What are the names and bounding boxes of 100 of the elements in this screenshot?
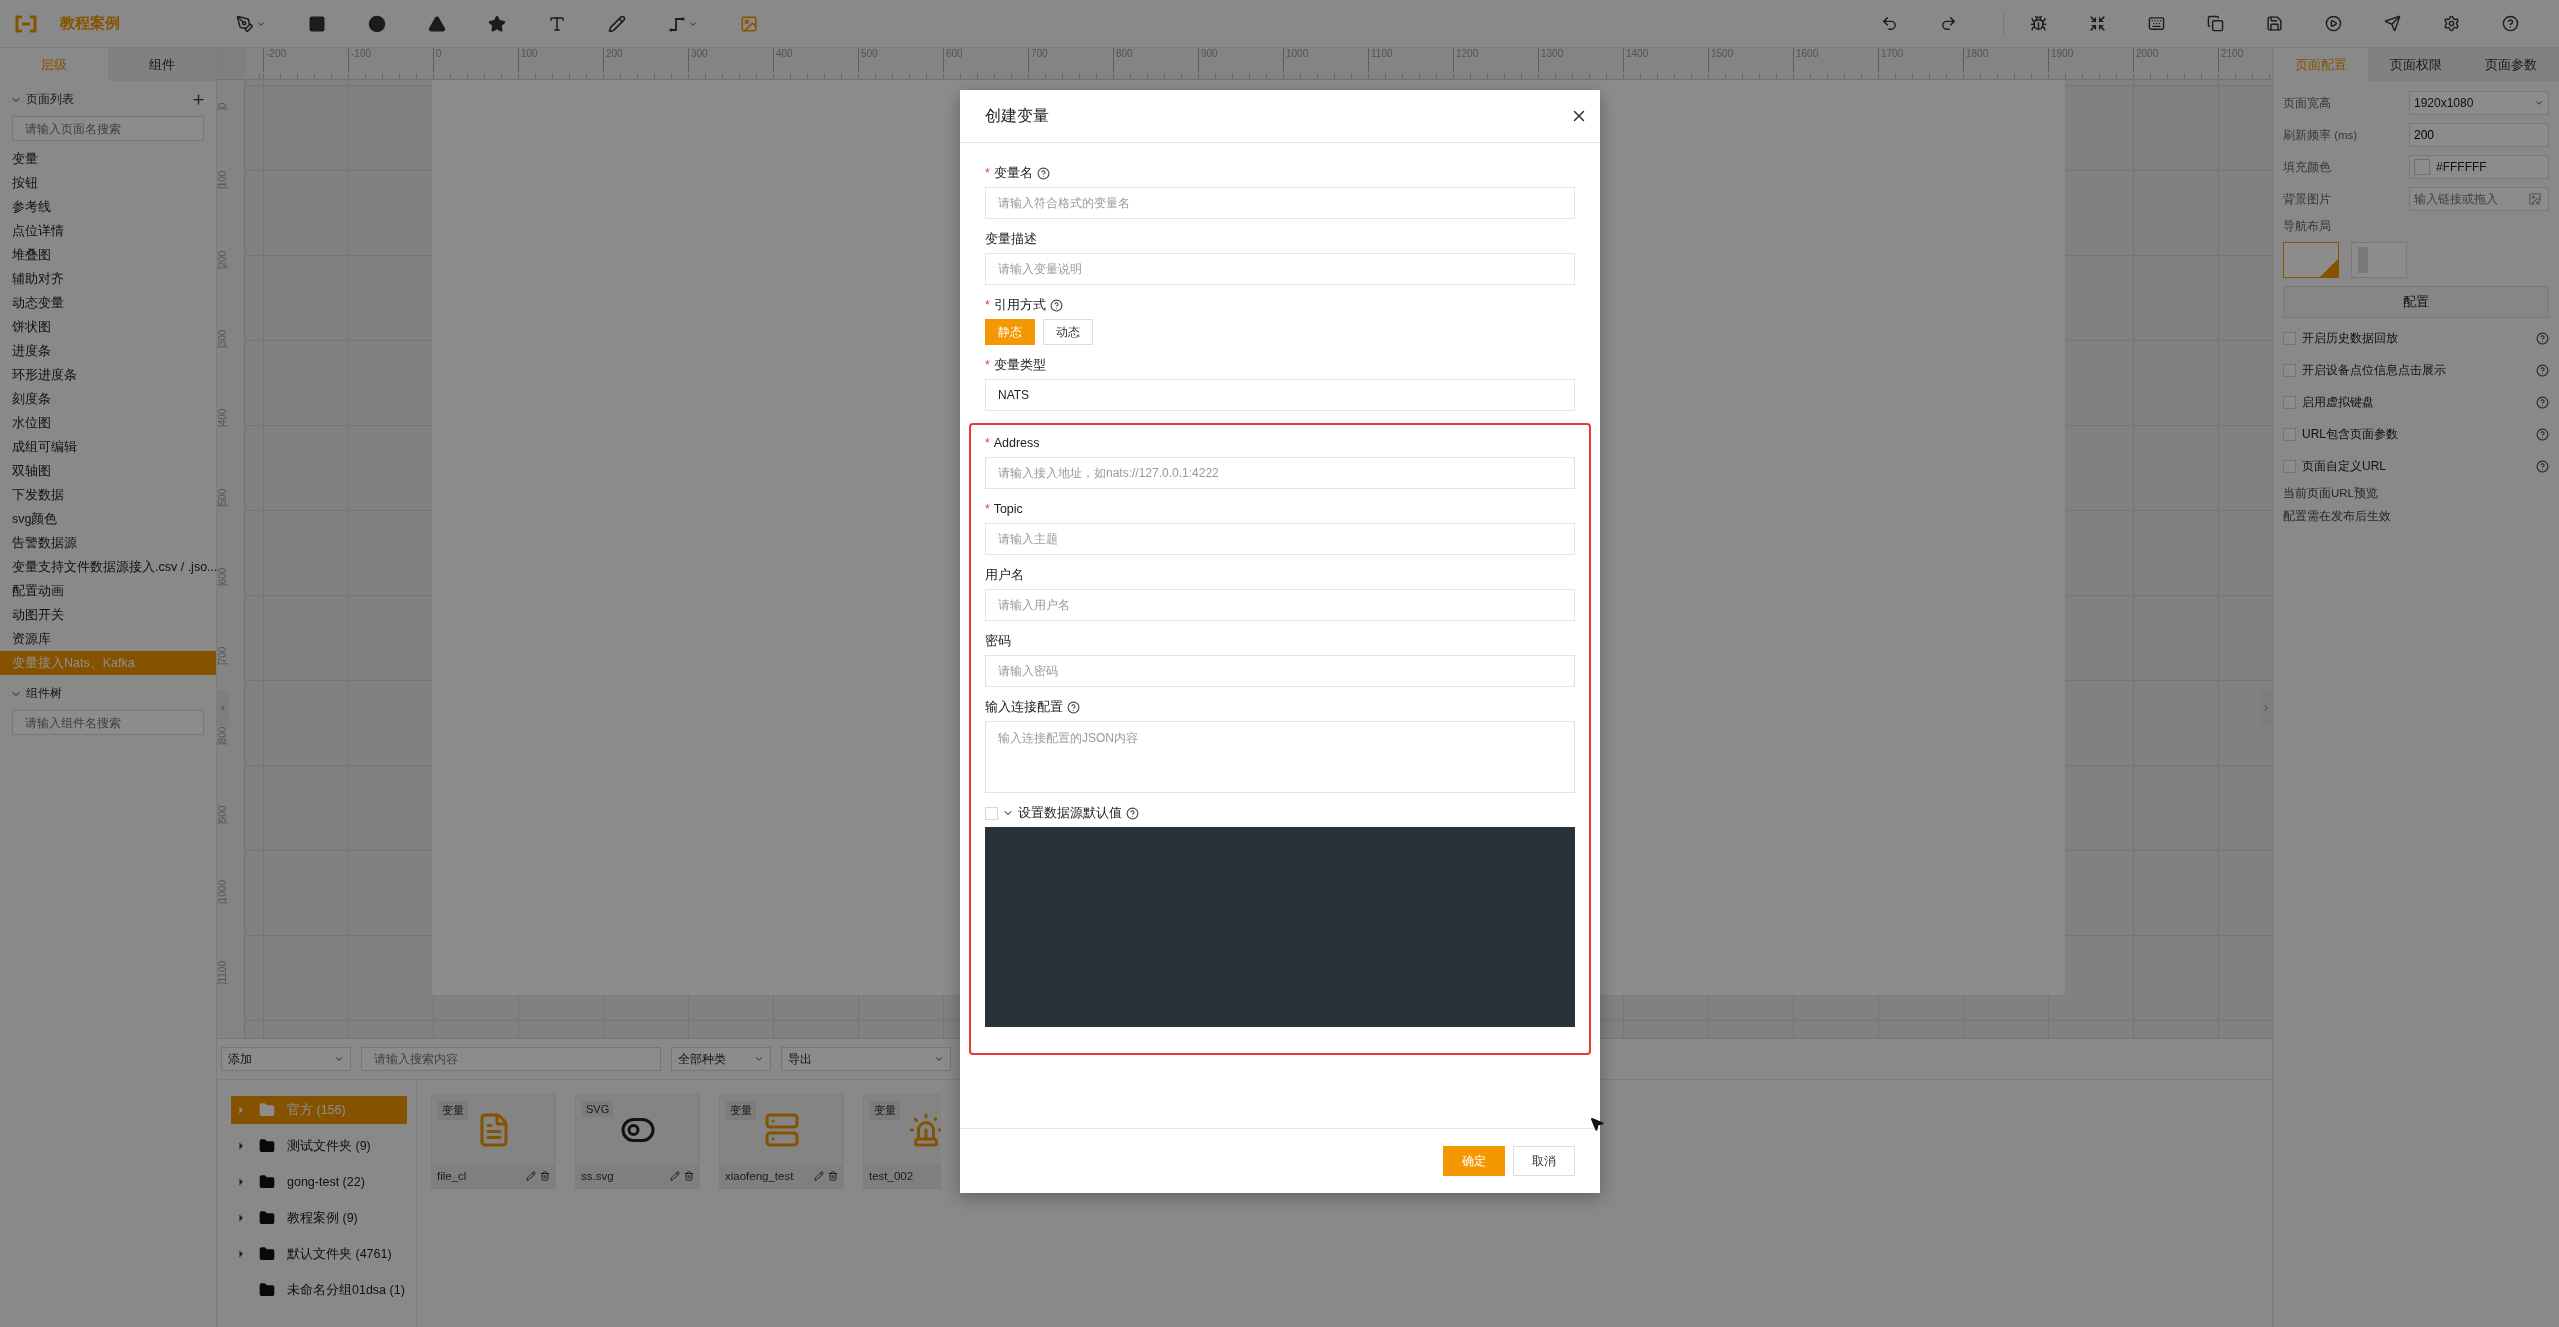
search-field[interactable]: 请输入搜索内容 [361, 1047, 661, 1071]
folder-item[interactable]: 默认文件夹 (4761) [231, 1240, 407, 1268]
dialog-title: 创建变量 [985, 105, 1049, 126]
size-select[interactable]: 1920x1080 [2409, 91, 2549, 115]
keyboard-icon [2148, 15, 2165, 32]
delete-icon[interactable] [828, 1171, 838, 1181]
page-item[interactable]: 下发数据 [0, 483, 216, 507]
text-area[interactable]: 输入连接配置的JSON内容 [985, 721, 1575, 793]
page-item[interactable]: 配置动画 [0, 579, 216, 603]
page-item[interactable]: 告警数据源 [0, 531, 216, 555]
add-icon[interactable] [191, 92, 206, 107]
page-item[interactable]: 环形进度条 [0, 363, 216, 387]
page-item[interactable]: 动图开关 [0, 603, 216, 627]
save-icon [2266, 15, 2283, 32]
required-mark: * [985, 166, 990, 180]
required-mark: * [985, 358, 990, 372]
page-item[interactable]: 按钮 [0, 171, 216, 195]
text-field[interactable]: 请输入主题 [985, 523, 1575, 555]
folder-item[interactable]: 未命名分组01dsa (1) [231, 1276, 407, 1304]
type-select[interactable]: 全部种类 [671, 1047, 771, 1071]
help-icon[interactable] [1036, 166, 1050, 180]
page-item[interactable]: 水位图 [0, 411, 216, 435]
page-item[interactable]: 双轴图 [0, 459, 216, 483]
page-item[interactable]: 资源库 [0, 627, 216, 651]
checkbox[interactable] [985, 806, 998, 820]
help-icon[interactable] [1049, 298, 1063, 312]
asset-card[interactable]: 变量 file_cl [431, 1094, 556, 1189]
help-icon[interactable] [1067, 700, 1080, 714]
sidebar-tab[interactable]: 组件 [108, 48, 216, 81]
caret-icon [2261, 703, 2271, 713]
note-text: 当前页面URL预览 [2283, 486, 2379, 501]
page-item[interactable]: 动态变量 [0, 291, 216, 315]
asset-name: xiaofeng_test [725, 1170, 795, 1182]
asset-card[interactable]: 变量 xiaofeng_test [719, 1094, 844, 1189]
caret-icon [334, 1054, 344, 1064]
delete-icon[interactable] [684, 1171, 694, 1181]
page-item[interactable]: 参考线 [0, 195, 216, 219]
text-field[interactable]: 请输入用户名 [985, 589, 1575, 621]
radio-button[interactable]: 动态 [1043, 319, 1093, 345]
option-label: 启用虚拟键盘 [2302, 393, 2375, 411]
field-label: 用户名 [985, 566, 1024, 584]
search-field[interactable]: 请输入页面名搜索 [12, 116, 204, 141]
text-field[interactable]: 请输入密码 [985, 655, 1575, 687]
text-field[interactable]: 200 [2409, 123, 2549, 147]
page-item[interactable]: 饼状图 [0, 315, 216, 339]
help-icon[interactable] [2536, 363, 2549, 377]
text-field[interactable]: NATS [985, 379, 1575, 411]
page-item[interactable]: 变量支持文件数据源接入.csv / .jso... [0, 555, 216, 579]
pen-icon [236, 14, 254, 33]
page-item[interactable]: 堆叠图 [0, 243, 216, 267]
type-tag: 变量 [438, 1101, 468, 1120]
page-item[interactable]: 变量 [0, 147, 216, 171]
folder-item[interactable]: 教程案例 (9) [231, 1204, 407, 1232]
cancel-button[interactable]: 取消 [1513, 1146, 1575, 1176]
delete-icon[interactable] [540, 1171, 550, 1181]
play-icon [2325, 15, 2342, 32]
siren-icon [907, 1111, 941, 1148]
page-item[interactable]: 刻度条 [0, 387, 216, 411]
required-mark: * [985, 436, 990, 450]
panel-tab[interactable]: 页面参数 [2463, 48, 2559, 81]
help-icon [2502, 15, 2519, 32]
text-field[interactable]: 请输入接入地址，如nats://127.0.0.1:4222 [985, 457, 1575, 489]
export-select[interactable]: 导出 [781, 1047, 951, 1071]
copy-icon [2207, 15, 2224, 32]
asset-card[interactable]: 变量 test_002 [863, 1094, 941, 1189]
edit-icon[interactable] [526, 1171, 536, 1181]
folder-item[interactable]: gong-test (22) [231, 1168, 407, 1196]
help-icon[interactable] [2536, 427, 2549, 441]
edit-icon[interactable] [814, 1171, 824, 1181]
help-icon[interactable] [1126, 806, 1139, 820]
option-label: 开启设备点位信息点击展示 [2302, 361, 2447, 379]
search-field[interactable]: 请输入组件名搜索 [12, 710, 204, 735]
option-label: URL包含页面参数 [2302, 425, 2399, 443]
field-label: 页面宽高 [2283, 95, 2331, 111]
panel-tab[interactable]: 页面权限 [2368, 48, 2464, 81]
folder-icon [259, 1246, 275, 1262]
page-item[interactable]: svg颜色 [0, 507, 216, 531]
link-field[interactable]: 输入链接或拖入 [2409, 187, 2549, 211]
help-icon[interactable] [2536, 331, 2549, 345]
required-mark: * [985, 502, 990, 516]
section-title: 组件树 [26, 685, 63, 702]
folder-icon [259, 1174, 275, 1190]
page-item[interactable]: 成组可编辑 [0, 435, 216, 459]
config-button[interactable]: 配置 [2283, 286, 2549, 318]
page-item[interactable]: 点位详情 [0, 219, 216, 243]
image-icon [740, 14, 758, 33]
logo-icon [14, 14, 38, 33]
folder-item[interactable]: 测试文件夹 (9) [231, 1132, 407, 1160]
text-field[interactable]: 请输入变量说明 [985, 253, 1575, 285]
help-icon[interactable] [2536, 395, 2549, 409]
asset-card[interactable]: SVG ss.svg [575, 1094, 700, 1189]
page-item[interactable]: 进度条 [0, 339, 216, 363]
help-icon[interactable] [2536, 459, 2549, 473]
text-field[interactable]: 请输入符合格式的变量名 [985, 187, 1575, 219]
type-tag: 变量 [870, 1101, 900, 1120]
color-field[interactable]: #FFFFFF [2409, 155, 2549, 179]
add-select[interactable]: 添加 [221, 1047, 351, 1071]
collapse-handle[interactable] [217, 690, 229, 726]
edit-icon[interactable] [670, 1171, 680, 1181]
page-item[interactable]: 辅助对齐 [0, 267, 216, 291]
